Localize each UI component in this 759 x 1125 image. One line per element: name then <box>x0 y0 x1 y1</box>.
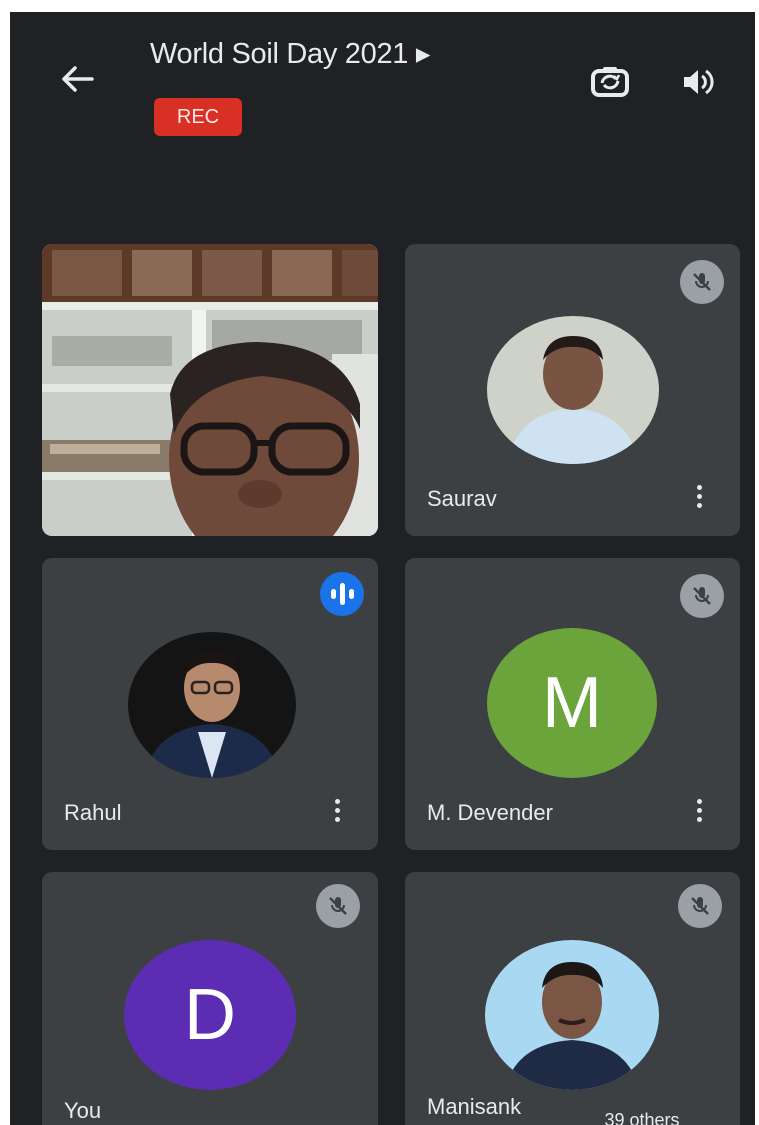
switch-camera-button[interactable] <box>587 59 633 105</box>
speaking-indicator-icon <box>330 589 336 599</box>
more-vert-icon <box>696 484 702 490</box>
participant-tile-video[interactable] <box>42 244 378 536</box>
arrow-back-icon <box>62 66 94 92</box>
muted-indicator <box>316 884 360 928</box>
speaking-indicator <box>320 572 364 616</box>
back-button[interactable] <box>55 57 99 101</box>
avatar-manisank <box>485 940 659 1090</box>
participant-tile-you[interactable]: D You <box>42 872 378 1125</box>
muted-indicator <box>678 884 722 928</box>
more-options-button[interactable] <box>686 476 712 516</box>
participant-name: Saurav <box>427 486 497 511</box>
mic-off-icon <box>693 587 711 605</box>
more-vert-icon <box>696 798 702 804</box>
participant-name: You <box>64 1098 102 1123</box>
avatar-you: D <box>124 940 296 1090</box>
more-vert-icon <box>334 798 340 804</box>
participant-tile-manisank[interactable]: Manisank <box>405 872 740 1125</box>
mic-off-icon <box>329 897 347 915</box>
avatar-rahul <box>128 632 296 778</box>
participant-tile-rahul[interactable]: Rahul <box>42 558 378 850</box>
speaker-volume-icon <box>684 69 714 95</box>
recording-badge: REC <box>154 98 242 136</box>
participant-name: Manisank <box>427 1094 522 1119</box>
more-options-button[interactable] <box>686 790 712 830</box>
participant-tile-m-devender[interactable]: M M. Devender <box>405 558 740 850</box>
participant-name: M. Devender <box>427 800 553 825</box>
participant-tile-saurav[interactable]: Saurav <box>405 244 740 536</box>
speaker-button[interactable] <box>675 59 721 105</box>
meet-screen: World Soil Day 2021 ▸ REC Saurav Rahul M… <box>10 12 755 1125</box>
participant-name: Rahul <box>64 800 122 825</box>
avatar-m-devender: M <box>487 628 657 778</box>
muted-indicator <box>680 260 724 304</box>
muted-indicator <box>680 574 724 618</box>
others-count-chip[interactable]: 39 others <box>572 1102 712 1125</box>
mic-off-icon <box>691 897 709 915</box>
participant-video-feed <box>42 244 378 536</box>
meeting-title[interactable]: World Soil Day 2021 ▸ <box>150 36 430 71</box>
mic-off-icon <box>693 273 711 291</box>
avatar-saurav <box>487 316 659 464</box>
switch-camera-icon <box>591 67 629 97</box>
more-options-button[interactable] <box>324 790 350 830</box>
